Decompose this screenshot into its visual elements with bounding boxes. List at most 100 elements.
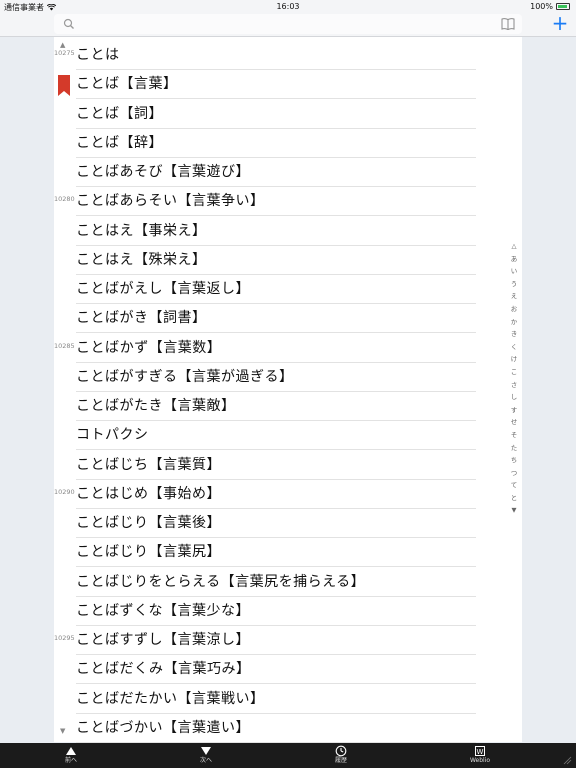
svg-text:W: W	[477, 748, 484, 756]
entry-word: ことば【辞】	[76, 134, 163, 151]
entry-word: ことばがえし【言葉返し】	[76, 281, 250, 297]
list-item[interactable]: ことば【詞】	[54, 100, 522, 129]
index-letter[interactable]: う	[507, 278, 521, 291]
search-input[interactable]	[80, 16, 524, 34]
index-letter[interactable]: き	[507, 328, 521, 341]
entry-number: 10280	[54, 195, 75, 204]
index-letter[interactable]: つ	[507, 467, 521, 480]
list-item[interactable]: ことばがき【詞書】	[54, 304, 522, 334]
list-item[interactable]: 10290 ことはじめ【事始め】	[54, 480, 522, 509]
list-item[interactable]: ことばだたかい【言葉戦い】	[54, 685, 522, 714]
list-item[interactable]: ことばだくみ【言葉巧み】	[54, 655, 522, 685]
list-item[interactable]: ことばがたき【言葉敵】	[54, 392, 522, 421]
battery-percent: 100%	[530, 2, 553, 11]
list-item[interactable]: コトパクシ	[54, 421, 522, 451]
list-item[interactable]: ことばがえし【言葉返し】	[54, 275, 522, 304]
history-button[interactable]: 履歴	[321, 745, 361, 767]
entry-word: ことばすずし【言葉涼し】	[76, 632, 250, 648]
list-item[interactable]: ことばじり【言葉後】	[54, 509, 522, 538]
index-letter[interactable]: △	[507, 240, 521, 253]
weblio-icon: W	[475, 746, 485, 756]
list-item[interactable]: ことばじり【言葉尻】	[54, 538, 522, 568]
list-item[interactable]: 10285 ことばかず【言葉数】	[54, 334, 522, 363]
status-bar: 通信事業者 16:03 100%	[0, 0, 576, 12]
index-letter[interactable]: そ	[507, 429, 521, 442]
entry-word: ことばかず【言葉数】	[76, 339, 222, 356]
index-letter[interactable]: こ	[507, 366, 521, 379]
list-item[interactable]: ことばじりをとらえる【言葉尻を捕らえる】	[54, 568, 522, 597]
index-letter[interactable]: さ	[507, 379, 521, 392]
resize-handle-icon	[563, 756, 572, 765]
entry-word: ことば【言葉】	[76, 76, 178, 93]
index-letter[interactable]: く	[507, 341, 521, 354]
weblio-label: Weblio	[469, 757, 491, 764]
bookmark-icon[interactable]	[57, 75, 71, 97]
entry-word: ことばだくみ【言葉巧み】	[76, 661, 251, 678]
entry-number: 10295	[54, 634, 75, 642]
entry-word: コトパクシ	[76, 427, 149, 444]
entry-word: ことばずくな【言葉少な】	[76, 602, 250, 619]
battery-status: 100%	[530, 2, 570, 11]
list-item[interactable]: ことはえ【殊栄え】	[54, 246, 522, 275]
index-letter[interactable]: す	[507, 404, 521, 417]
entry-word: ことはえ【殊栄え】	[76, 251, 207, 268]
entry-word: ことばがすぎる【言葉が過ぎる】	[76, 368, 294, 385]
entry-word: ことばじり【言葉尻】	[76, 544, 221, 561]
index-letter[interactable]: い	[507, 265, 521, 278]
entry-word: ことばがき【詞書】	[76, 310, 207, 327]
entry-number: 10290	[54, 487, 75, 496]
entry-word: ことばだたかい【言葉戦い】	[76, 690, 265, 707]
index-letter[interactable]: と	[507, 492, 521, 505]
index-letter[interactable]: し	[507, 391, 521, 404]
history-label: 履歴	[334, 757, 347, 764]
list-item[interactable]: ことば【言葉】	[54, 70, 522, 100]
list-item[interactable]: 10275 ことは	[54, 41, 522, 70]
entry-word: ことは	[76, 47, 120, 63]
index-letter[interactable]: け	[507, 353, 521, 366]
prev-button[interactable]: 前へ	[51, 745, 91, 767]
triangle-up-icon	[66, 747, 76, 755]
entry-word: ことばじりをとらえる【言葉尻を捕らえる】	[76, 573, 366, 590]
list-item[interactable]: 10280 ことばあらそい【言葉争い】	[54, 187, 522, 217]
index-letter[interactable]: お	[507, 303, 521, 316]
triangle-down-icon	[201, 747, 211, 755]
list-item[interactable]: ことばがすぎる【言葉が過ぎる】	[54, 363, 522, 392]
book-icon[interactable]	[500, 16, 516, 32]
index-letter[interactable]: ち	[507, 454, 521, 467]
toolbar: +	[0, 12, 576, 37]
index-letter[interactable]: か	[507, 316, 521, 329]
index-letter[interactable]: あ	[507, 253, 521, 266]
kana-index[interactable]: △ あいうえおかきくけこさしすせそたちつてと ▼	[507, 240, 521, 517]
index-letter[interactable]: て	[507, 479, 521, 492]
index-letter[interactable]: せ	[507, 416, 521, 429]
weblio-button[interactable]: W Weblio	[460, 745, 500, 767]
clock-icon	[335, 745, 347, 757]
entry-word: ことはえ【事栄え】	[76, 222, 207, 239]
list-item[interactable]: ことばあそび【言葉遊び】	[54, 158, 522, 187]
list-item[interactable]: ことばずくな【言葉少な】	[54, 597, 522, 626]
list-item[interactable]: ことばじち【言葉質】	[54, 451, 522, 480]
clock: 16:03	[276, 2, 300, 11]
entry-word: ことばあそび【言葉遊び】	[76, 164, 250, 180]
list-item[interactable]: ことはえ【事栄え】	[54, 217, 522, 246]
search-bar[interactable]	[54, 14, 524, 34]
search-icon	[63, 18, 74, 29]
list-item[interactable]: ことばづかい【言葉遣い】	[54, 714, 522, 743]
entry-word: ことば【詞】	[76, 105, 163, 122]
entry-number: 10285	[54, 341, 75, 350]
entry-word: ことばじり【言葉後】	[76, 515, 221, 531]
entry-word: ことばあらそい【言葉争い】	[76, 193, 265, 210]
list-item[interactable]: 10295 ことばすずし【言葉涼し】	[54, 626, 522, 655]
index-letter[interactable]: ▼	[507, 504, 521, 517]
bottom-toolbar: 前へ 次へ 履歴 W Weblio	[0, 743, 576, 768]
index-letter[interactable]: た	[507, 442, 521, 455]
add-button[interactable]: +	[550, 13, 570, 33]
word-list[interactable]: ▲ ▼ 10275 ことは ことば【言葉】 ことば【詞】 ことば【辞】 ことばあそび【言葉…	[54, 37, 522, 743]
next-button[interactable]: 次へ	[186, 745, 226, 767]
list-item[interactable]: ことば【辞】	[54, 129, 522, 158]
entry-number: 10275	[54, 49, 75, 57]
entry-word: ことばがたき【言葉敵】	[76, 398, 236, 414]
battery-icon	[556, 3, 570, 10]
index-letter[interactable]: え	[507, 290, 521, 303]
prev-label: 前へ	[64, 757, 77, 764]
